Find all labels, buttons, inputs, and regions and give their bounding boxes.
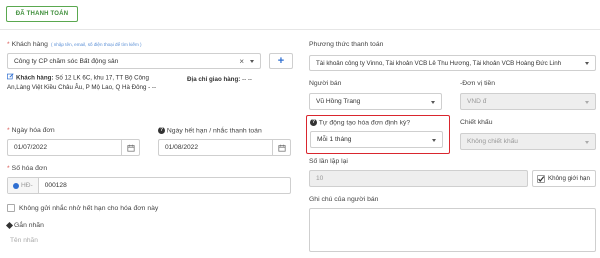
auto-invoice-select[interactable]: Mỗi 1 tháng <box>310 131 443 148</box>
seller-label: Người bán <box>309 80 342 87</box>
chevron-down-icon <box>250 60 254 63</box>
settings-icon <box>13 182 19 189</box>
payment-method-label: Phương thức thanh toán <box>309 41 384 48</box>
discount-select[interactable]: Không chiết khấu <box>460 133 596 150</box>
invoice-number-label: Số hóa đơn <box>11 165 48 172</box>
customer-address-label: Khách hàng: <box>16 74 54 82</box>
invoice-date-input[interactable]: 01/07/2022 <box>7 139 140 156</box>
chevron-down-icon <box>585 100 589 104</box>
invoice-date-value: 01/07/2022 <box>14 144 48 151</box>
question-icon: ? <box>310 119 317 126</box>
invoice-number-value: 000128 <box>44 182 67 189</box>
unlimited-toggle[interactable]: Không giới hạn <box>532 170 596 187</box>
currency-label-row: -Đơn vị tiền <box>460 80 495 87</box>
calendar-icon[interactable] <box>272 140 290 155</box>
currency-select[interactable]: VND đ <box>460 93 596 110</box>
invoice-number-label-row: * Số hóa đơn <box>7 165 47 172</box>
customer-select[interactable]: Công ty CP chăm sóc Bất động sản × <box>7 53 261 69</box>
tag-icon <box>5 221 14 229</box>
paid-status-button[interactable]: ĐÃ THANH TOÁN <box>6 6 78 22</box>
invoice-prefix: HĐ- <box>8 178 39 193</box>
invoice-number-input[interactable]: HĐ- 000128 <box>7 177 291 194</box>
payment-method-select[interactable]: Tài khoản công ty Vinno, Tài khoản VCB L… <box>309 55 596 71</box>
header-divider <box>0 29 600 30</box>
due-date-label: Ngày hết hạn / nhắc thanh toán <box>166 127 262 135</box>
customer-hint: ( nhập tên, email, số điện thoại để tìm … <box>50 42 142 47</box>
chevron-down-icon <box>431 100 435 104</box>
auto-invoice-value: Mỗi 1 tháng <box>317 136 352 143</box>
discount-placeholder: Không chiết khấu <box>467 138 518 145</box>
discount-label: Chiết khấu <box>460 119 493 126</box>
question-icon: ? <box>158 127 165 134</box>
invoice-date-label: Ngày hóa đơn <box>11 127 55 134</box>
customer-value: Công ty CP chăm sóc Bất động sản <box>14 57 119 65</box>
required-marker: * <box>7 165 10 172</box>
due-date-input[interactable]: 01/08/2022 <box>158 139 291 156</box>
clear-icon[interactable]: × <box>239 57 244 66</box>
customer-label: Khách hàng <box>11 41 48 48</box>
customer-label-row: * Khách hàng( nhập tên, email, số điện th… <box>7 41 142 48</box>
tags-input[interactable]: Tên nhãn <box>10 237 38 244</box>
repeat-count-label: Số lần lặp lại <box>309 158 348 165</box>
no-reminder-checkbox[interactable] <box>7 204 15 212</box>
repeat-count-input[interactable]: 10 <box>309 170 528 187</box>
customer-address: Khách hàng: Số 12 LK 6C, khu 17, TT Bộ C… <box>7 73 167 92</box>
unlimited-label: Không giới hạn <box>548 175 590 182</box>
no-reminder-label: Không gửi nhắc nhở hết hạn cho hóa đơn n… <box>19 204 159 212</box>
due-date-value: 01/08/2022 <box>165 144 199 151</box>
seller-note-textarea[interactable] <box>309 208 596 252</box>
add-customer-button[interactable]: + <box>269 53 293 69</box>
due-date-label-row: ? Ngày hết hạn / nhắc thanh toán <box>158 127 262 134</box>
payment-method-value: Tài khoản công ty Vinno, Tài khoản VCB L… <box>316 59 562 67</box>
currency-value: VND đ <box>467 98 487 105</box>
seller-value: Vũ Hồng Trang <box>316 98 361 105</box>
chevron-down-icon <box>585 62 589 65</box>
no-reminder-row: Không gửi nhắc nhở hết hạn cho hóa đơn n… <box>7 204 158 212</box>
chevron-down-icon <box>585 140 589 144</box>
tags-label: Gắn nhãn <box>14 222 44 229</box>
auto-invoice-label-row: ? Tự động tạo hóa đơn định kỳ? <box>310 119 410 126</box>
chevron-down-icon <box>432 138 436 142</box>
repeat-count-value: 10 <box>316 175 324 182</box>
edit-icon[interactable] <box>7 73 14 83</box>
invoice-date-label-row: * Ngày hóa đơn <box>7 127 55 134</box>
calendar-icon[interactable] <box>121 140 139 155</box>
delivery-address-label: Địa chỉ giao hàng: <box>187 76 241 83</box>
seller-select[interactable]: Vũ Hồng Trang <box>309 93 442 110</box>
required-marker: * <box>7 41 10 48</box>
seller-note-label: Ghi chú của người bán <box>309 196 379 203</box>
check-icon[interactable] <box>537 174 545 183</box>
plus-icon: + <box>277 55 285 67</box>
delivery-address: Địa chỉ giao hàng: -- -- <box>187 75 252 84</box>
currency-label: Đơn vị tiền <box>462 80 496 87</box>
delivery-address-value: -- -- <box>242 76 252 83</box>
invoice-prefix-text: HĐ- <box>21 182 33 189</box>
tags-label-row: Gắn nhãn <box>5 221 44 229</box>
auto-invoice-label: Tự động tạo hóa đơn định kỳ? <box>318 119 411 127</box>
required-marker: * <box>7 127 10 134</box>
